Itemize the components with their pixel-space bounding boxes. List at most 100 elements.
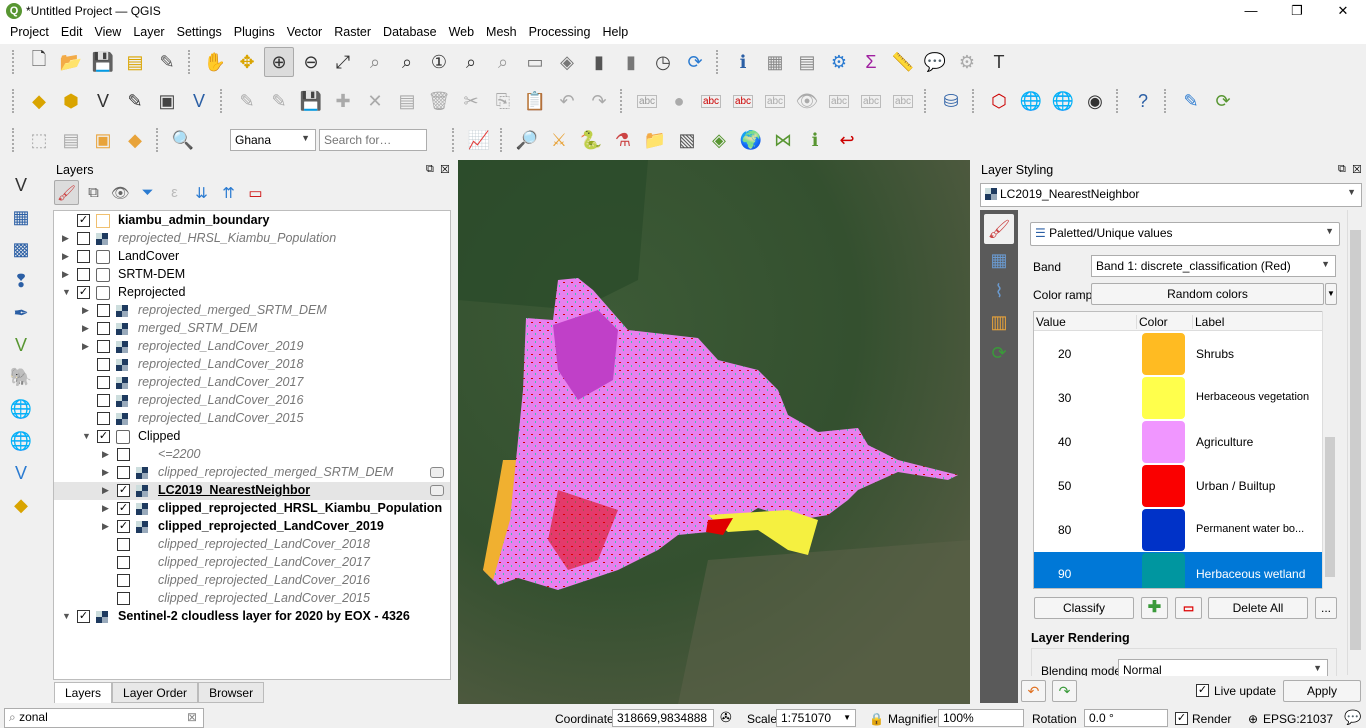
delete-selected-button[interactable]: 🗑 [424, 86, 454, 116]
coordinate-field[interactable]: 318669,9834888 [612, 709, 714, 727]
deselect-button[interactable]: ▣ [88, 125, 118, 155]
palette-class-table[interactable]: Value Color Label 20 Shrubs 30 Herbaceous v… [1033, 311, 1323, 589]
digitize-vertex-button[interactable]: V [88, 86, 118, 116]
live-update-checkbox[interactable]: ✓ [1196, 684, 1209, 697]
identify-button[interactable]: ℹ [728, 47, 758, 77]
save-project-button[interactable]: 💾 [88, 47, 118, 77]
layer-visibility-checkbox[interactable] [117, 556, 130, 569]
select-attribute-button[interactable]: ▤ [56, 125, 86, 155]
class-value[interactable]: 30 [1058, 391, 1071, 405]
column-color[interactable]: Color [1136, 315, 1168, 329]
layer-visibility-checkbox[interactable] [97, 304, 110, 317]
close-panel-icon[interactable]: ☒ [1352, 163, 1362, 176]
bookmark-button[interactable]: ▮ [584, 47, 614, 77]
layers-plugin-button[interactable]: ◈ [704, 125, 734, 155]
help-button[interactable]: ? [1128, 86, 1158, 116]
render-checkbox[interactable]: ✓ [1175, 712, 1188, 725]
rotation-spinbox[interactable]: 0.0 ° [1084, 709, 1168, 727]
layer-visibility-checkbox[interactable] [97, 376, 110, 389]
palette-class-row[interactable]: 80 Permanent water bo... [1034, 508, 1322, 552]
save-edits-button[interactable]: 💾 [296, 86, 326, 116]
add-wcs-button[interactable]: 🌐 [6, 426, 36, 456]
show-bookmarks-button[interactable]: ▮ [616, 47, 646, 77]
menu-settings[interactable]: Settings [171, 22, 228, 44]
float-panel-icon[interactable]: ⧉ [1338, 163, 1346, 176]
add-postgis-button[interactable]: 🐘 [6, 362, 36, 392]
palette-class-row[interactable]: 50 Urban / Builtup [1034, 464, 1322, 508]
remove-class-button[interactable]: ▭ [1175, 597, 1202, 619]
select-location-button[interactable]: ◆ [120, 125, 150, 155]
layer-visibility-checkbox[interactable] [117, 574, 130, 587]
layer-tree[interactable]: ✓ kiambu_admin_boundary ▶ reprojected_HRSL_… [53, 210, 451, 680]
collapsed-arrow-icon[interactable]: ▶ [62, 269, 69, 280]
layer-tree-item[interactable]: reprojected_LandCover_2016 [54, 392, 450, 410]
menu-edit[interactable]: Edit [55, 22, 89, 44]
measure-button[interactable]: 📏 [888, 47, 918, 77]
layer-tree-item[interactable]: ▶ SRTM-DEM [54, 266, 450, 284]
class-value[interactable]: 20 [1058, 347, 1071, 361]
collapsed-arrow-icon[interactable]: ▶ [102, 521, 109, 532]
location-combo[interactable]: Ghana ▼ [230, 129, 316, 151]
collapsed-arrow-icon[interactable]: ▶ [102, 449, 109, 460]
style-manager-button[interactable]: 🖌 [54, 180, 79, 205]
layer-visibility-checkbox[interactable] [97, 358, 110, 371]
data-source-manager-button[interactable]: ◆ [24, 86, 54, 116]
new-map-view-button[interactable]: ▭ [520, 47, 550, 77]
class-color-swatch[interactable] [1142, 421, 1185, 463]
zoom-selection-button[interactable]: ⌕ [360, 47, 390, 77]
palette-class-row[interactable]: 30 Herbaceous vegetation [1034, 376, 1322, 420]
layer-tree-item[interactable]: ✓ kiambu_admin_boundary [54, 212, 450, 230]
zoom-out-button[interactable]: ⊖ [296, 47, 326, 77]
layer-tree-item[interactable]: ▼ ✓ Reprojected [54, 284, 450, 302]
band-combo[interactable]: Band 1: discrete_classification (Red) ▼ [1091, 255, 1336, 277]
layer-visibility-checkbox[interactable]: ✓ [77, 286, 90, 299]
add-wms-button[interactable]: 🌐 [6, 394, 36, 424]
close-panel-icon[interactable]: ☒ [440, 163, 450, 176]
menu-help[interactable]: Help [596, 22, 634, 44]
menu-layer[interactable]: Layer [127, 22, 170, 44]
layout-manager-button[interactable]: ✎ [152, 47, 182, 77]
scale-combo[interactable]: 1:751070 ▼ [776, 709, 856, 727]
label-highlight-button[interactable]: abc [728, 86, 758, 116]
expanded-arrow-icon[interactable]: ▼ [62, 611, 71, 621]
copy-button[interactable]: ⎘ [488, 86, 518, 116]
layer-tree-item[interactable]: ▶ reprojected_HRSL_Kiambu_Population [54, 230, 450, 248]
new-print-layout-button[interactable]: ▤ [120, 47, 150, 77]
palette-class-row[interactable]: 20 Shrubs [1034, 332, 1322, 376]
refresh-button[interactable]: ⟳ [680, 47, 710, 77]
layer-visibility-checkbox[interactable] [77, 232, 90, 245]
layer-tree-item[interactable]: ▶ ✓ clipped_reprojected_LandCover_2019 [54, 518, 450, 536]
menu-vector[interactable]: Vector [281, 22, 328, 44]
label-toolbar-button[interactable]: abc [632, 86, 662, 116]
float-panel-icon[interactable]: ⧉ [426, 163, 434, 176]
layer-tree-item[interactable]: ▼ ✓ Sentinel-2 cloudless layer for 2020 by… [54, 608, 450, 626]
class-color-swatch[interactable] [1142, 333, 1185, 375]
history-tab[interactable]: ⟳ [984, 338, 1014, 368]
python-console-button[interactable]: 🐍 [576, 125, 606, 155]
locator-search[interactable]: ⌕ zonal ⊠ [4, 708, 204, 728]
semi-auto-classification-button[interactable]: ⚔ [544, 125, 574, 155]
layer-tree-item[interactable]: reprojected_LandCover_2015 [54, 410, 450, 428]
new-layer-button[interactable]: ◆ [6, 490, 36, 520]
color-ramp-dropdown[interactable]: ▼ [1325, 283, 1337, 305]
field-calculator-button[interactable]: ▤ [792, 47, 822, 77]
class-value[interactable]: 90 [1058, 567, 1071, 581]
layer-tree-item[interactable]: ▶ clipped_reprojected_merged_SRTM_DEM [54, 464, 450, 482]
zoom-layer-button[interactable]: ⌕ [392, 47, 422, 77]
layer-visibility-checkbox[interactable]: ✓ [117, 502, 130, 515]
layer-visibility-checkbox[interactable] [117, 592, 130, 605]
search-plugin-button[interactable]: 🔎 [512, 125, 542, 155]
class-label[interactable]: Shrubs [1196, 347, 1234, 361]
toggle-editing-button[interactable]: ✎ [264, 86, 294, 116]
add-raster-layer-button[interactable]: ▦ [6, 202, 36, 232]
layer-tree-item[interactable]: clipped_reprojected_LandCover_2017 [54, 554, 450, 572]
menu-processing[interactable]: Processing [523, 22, 597, 44]
histogram-tab[interactable]: ⌇ [984, 276, 1014, 306]
collapsed-arrow-icon[interactable]: ▶ [82, 323, 89, 334]
layer-tree-item[interactable]: ▶ ✓ clipped_reprojected_HRSL_Kiambu_Popula… [54, 500, 450, 518]
class-color-swatch[interactable] [1142, 377, 1185, 419]
add-feature-button[interactable]: ✚ [328, 86, 358, 116]
menu-database[interactable]: Database [377, 22, 443, 44]
select-features-button[interactable]: ⬚ [24, 125, 54, 155]
zoom-in-button[interactable]: ⊕ [264, 47, 294, 77]
